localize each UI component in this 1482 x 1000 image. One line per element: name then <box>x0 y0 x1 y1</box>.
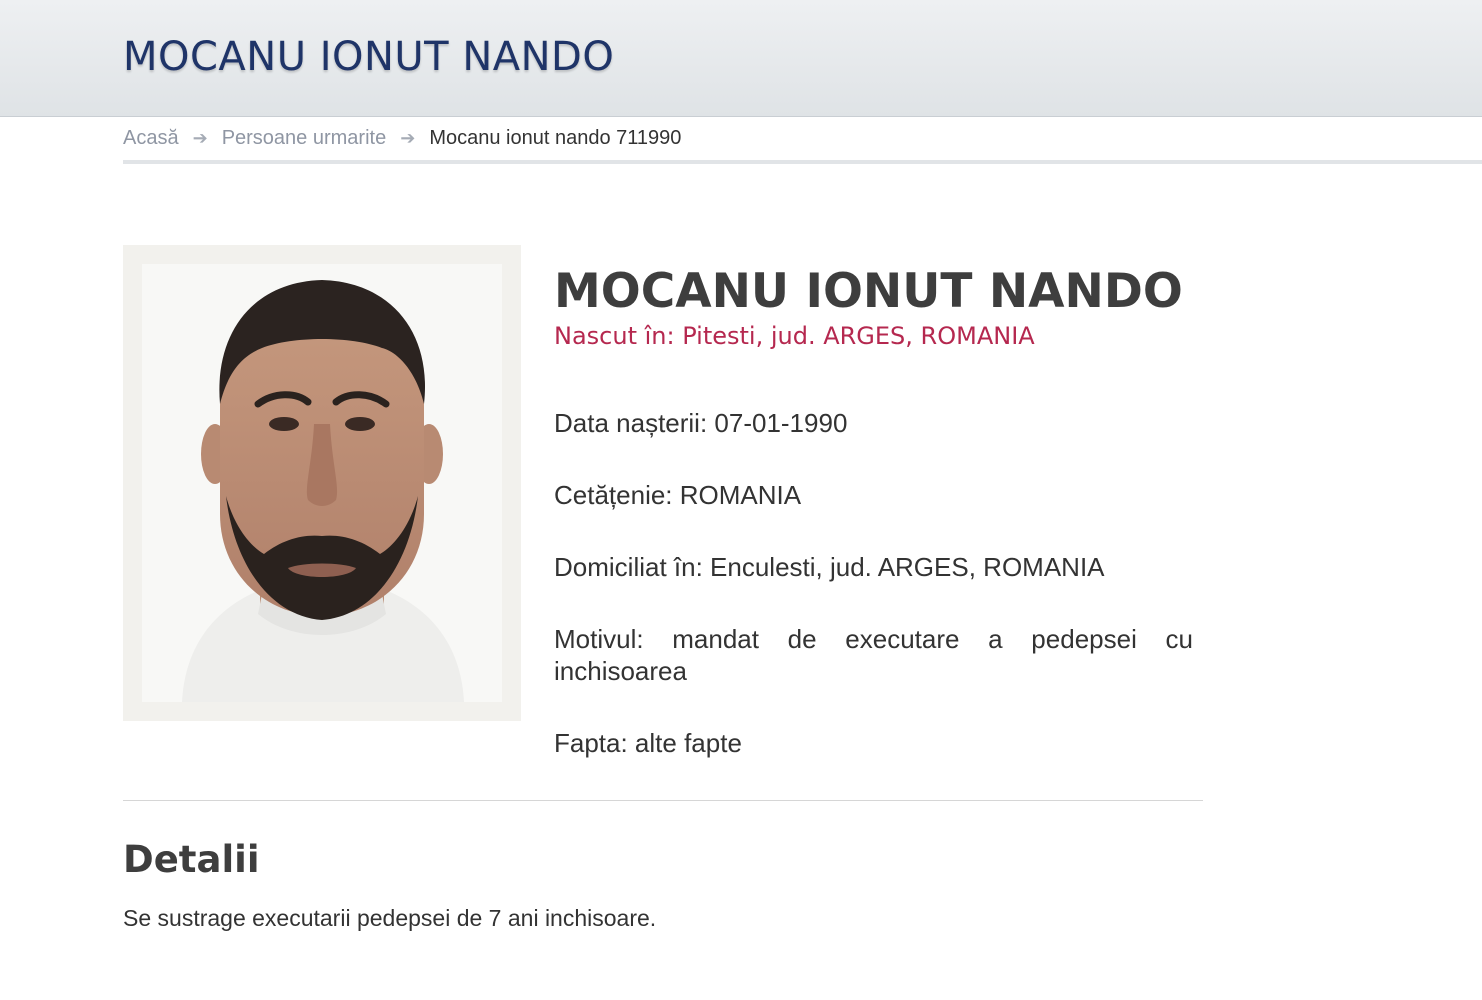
header-title: MOCANU IONUT NANDO <box>123 34 615 80</box>
details-text: Se sustrage executarii pedepsei de 7 ani… <box>123 905 657 931</box>
breadcrumb-arrow-icon: ➔ <box>400 127 416 148</box>
person-photo <box>142 264 502 702</box>
photo-frame <box>123 245 521 721</box>
breadcrumb-wanted-persons-link[interactable]: Persoane urmarite <box>222 127 387 150</box>
breadcrumb: Acasă ➔ Persoane urmarite ➔ Mocanu ionut… <box>123 116 1482 164</box>
birth-date: Data nașterii: 07-01-1990 <box>554 408 848 438</box>
reason: Motivul: mandat de executare a pedepsei … <box>554 624 1193 686</box>
breadcrumb-arrow-icon: ➔ <box>192 127 208 148</box>
deed: Fapta: alte fapte <box>554 728 742 758</box>
citizenship: Cetățenie: ROMANIA <box>554 480 802 510</box>
person-portrait-image <box>142 264 502 702</box>
person-name: MOCANU IONUT NANDO <box>554 264 1183 319</box>
section-divider <box>123 800 1203 801</box>
birthplace: Nascut în: Pitesti, jud. ARGES, ROMANIA <box>554 322 1035 350</box>
breadcrumb-current: Mocanu ionut nando 711990 <box>429 126 682 149</box>
page-header: MOCANU IONUT NANDO <box>0 0 1482 117</box>
details-heading: Detalii <box>123 838 260 881</box>
person-info: MOCANU IONUT NANDO Nascut în: Pitesti, j… <box>554 262 1194 350</box>
residence: Domiciliat în: Enculesti, jud. ARGES, RO… <box>554 552 1105 582</box>
breadcrumb-home-link[interactable]: Acasă <box>123 127 179 150</box>
